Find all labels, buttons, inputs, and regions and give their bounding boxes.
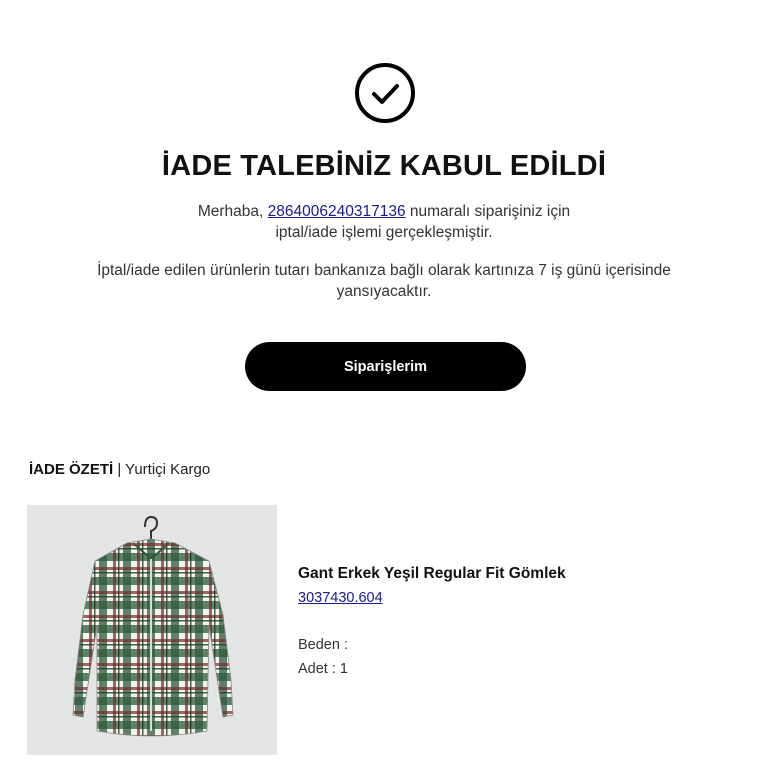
page-title: İADE TALEBİNİZ KABUL EDİLDİ: [161, 150, 607, 182]
size-label: Beden :: [298, 637, 348, 653]
product-size: Beden :: [298, 637, 348, 653]
check-circle-icon: [354, 62, 416, 124]
message-line-2: iptal/iade işlemi gerçekleşmiştir.: [275, 224, 493, 241]
greeting-suffix: numaralı siparişiniz için: [409, 203, 571, 220]
product-name[interactable]: Gant Erkek Yeşil Regular Fit Gömlek: [298, 565, 566, 583]
return-summary: İADE ÖZETİ | Yurtiçi Kargo: [29, 461, 210, 478]
return-summary-label: İADE ÖZETİ: [29, 461, 114, 478]
refund-info: İptal/iade edilen ürünlerin tutarı banka…: [97, 262, 671, 300]
carrier-name: Yurtiçi Kargo: [125, 461, 211, 478]
summary-separator: |: [117, 461, 122, 478]
my-orders-button[interactable]: Siparişlerim: [245, 342, 526, 391]
quantity-value: 1: [339, 661, 348, 677]
product-code-link[interactable]: 3037430.604: [298, 590, 383, 606]
order-number-link[interactable]: 2864006240317136: [268, 203, 406, 220]
order-message: Merhaba, 2864006240317136 numaralı sipar…: [0, 201, 768, 243]
quantity-label: Adet :: [298, 661, 336, 677]
product-quantity: Adet : 1: [298, 661, 348, 677]
product-image[interactable]: [27, 505, 277, 755]
greeting-prefix: Merhaba,: [197, 203, 264, 220]
